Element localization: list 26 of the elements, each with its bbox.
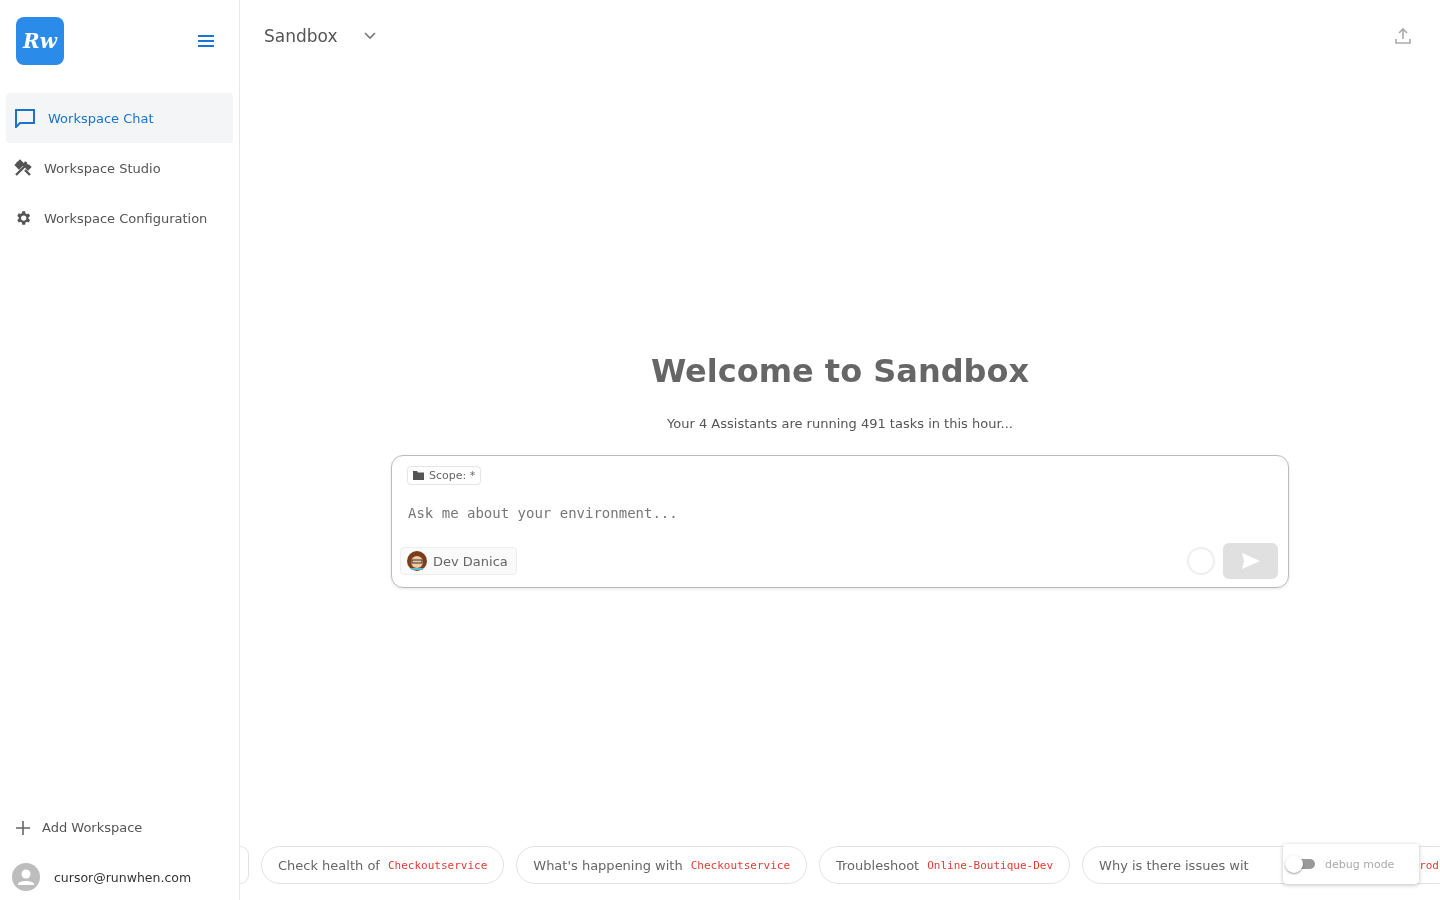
sidebar-item[interactable]: Workspace Configuration: [6, 193, 233, 243]
upload-icon[interactable]: [1394, 27, 1412, 45]
debug-label: debug mode: [1325, 857, 1395, 871]
sidebar-item[interactable]: Workspace Chat: [6, 93, 233, 143]
avatar-icon: [12, 863, 40, 891]
logo-icon: Rw: [16, 17, 64, 65]
avatar-icon: [407, 551, 427, 571]
welcome-subtitle: Your 4 Assistants are running 491 tasks in this hour...: [667, 416, 1013, 431]
send-icon: [1241, 553, 1260, 569]
user-email[interactable]: cursor@runwhen.com: [54, 869, 192, 885]
folder-icon: [413, 471, 424, 480]
suggestion-chip[interactable]: What's happening with Checkoutservice: [516, 846, 808, 884]
sidebar-item[interactable]: Workspace Studio: [6, 143, 233, 193]
welcome-title: Welcome to Sandbox: [650, 352, 1030, 390]
tools-icon: [14, 159, 32, 177]
suggestion-chip[interactable]: Troubleshoot Online-Boutique-Dev: [819, 846, 1071, 884]
chevron-down-icon: [363, 32, 376, 40]
add-workspace-button[interactable]: Add Workspace: [0, 820, 239, 835]
suggestion-chip[interactable]: Check health of Checkoutservice: [261, 846, 505, 884]
chat-icon: [14, 108, 36, 128]
workspace-dropdown[interactable]: Sandbox: [264, 22, 376, 50]
plus-icon: [16, 820, 30, 835]
scope-chip[interactable]: Scope: *: [407, 466, 482, 485]
assistant-chip[interactable]: Dev Danica: [400, 547, 517, 575]
settings-icon: [14, 209, 32, 227]
menu-icon[interactable]: [197, 34, 215, 48]
